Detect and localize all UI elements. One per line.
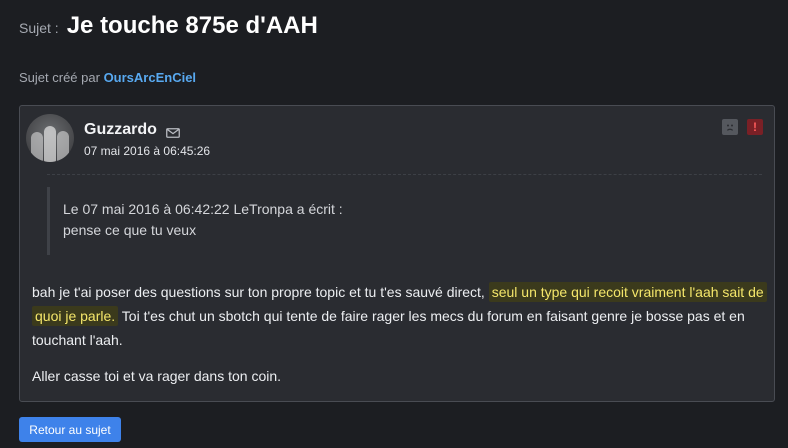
subject-prefix: Sujet : [19,20,59,36]
post-paragraph: bah je t'ai poser des questions sur ton … [32,280,767,352]
topic-creator-line: Sujet créé par OursArcEnCiel [19,70,196,85]
post-body: bah je t'ai poser des questions sur ton … [32,280,767,400]
alert-icon[interactable]: ! [747,119,763,135]
quote-header: Le 07 mai 2016 à 06:42:22 LeTronpa a écr… [63,201,343,217]
quote-text: pense ce que tu veux [63,222,197,238]
divider [47,174,762,175]
created-by-label: Sujet créé par [19,70,100,85]
forum-post: Guzzardo 07 mai 2016 à 06:45:26 ! Le 07 … [19,105,775,402]
post-date: 07 mai 2016 à 06:45:26 [84,144,211,158]
mood-icon[interactable] [722,119,738,135]
alert-symbol: ! [753,120,757,134]
back-to-topic-button[interactable]: Retour au sujet [19,417,121,442]
post-author-name[interactable]: Guzzardo [84,121,157,139]
post-header: Guzzardo 07 mai 2016 à 06:45:26 [26,114,210,162]
author-block: Guzzardo 07 mai 2016 à 06:45:26 [84,121,210,158]
post-actions: ! [722,119,763,135]
mail-icon[interactable] [165,125,180,138]
quote-block: Le 07 mai 2016 à 06:42:22 LeTronpa a écr… [47,187,387,255]
post-paragraph: Aller casse toi et va rager dans ton coi… [32,368,282,384]
page-title: Je touche 875e d'AAH [66,12,318,39]
topic-author-link[interactable]: OursArcEnCiel [104,70,196,85]
subject-line: Sujet : Je touche 875e d'AAH [19,12,318,40]
post-text: bah je t'ai poser des questions sur ton … [32,284,489,300]
post-text: Toi t'es chut un sbotch qui tente de fai… [32,308,745,348]
avatar[interactable] [26,114,74,162]
